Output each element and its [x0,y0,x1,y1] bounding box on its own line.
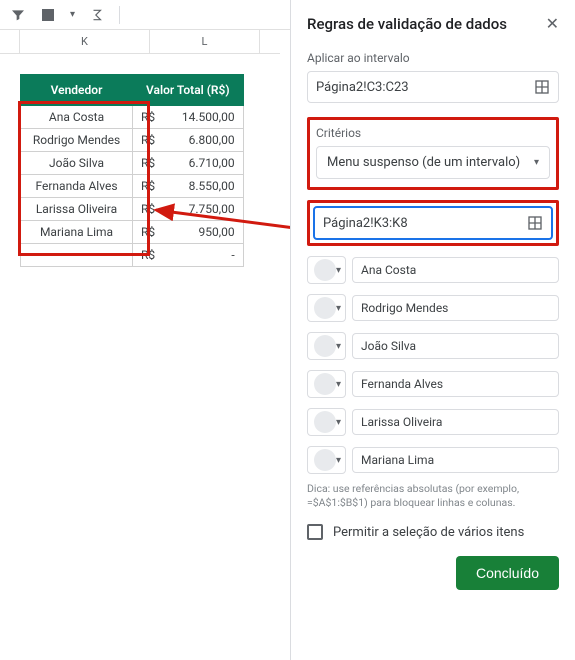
column-header-k[interactable]: K [20,30,150,53]
th-vendedor: Vendedor [21,75,133,106]
table-row[interactable]: Mariana LimaR$950,00 [21,221,244,244]
grid-select-icon[interactable] [534,79,550,95]
table-row[interactable]: Larissa OliveiraR$7.750,00 [21,198,244,221]
th-valor: Valor Total (R$) [133,75,244,106]
source-range-highlight: Página2!K3:K8 [307,200,559,246]
source-range-field[interactable]: Página2!K3:K8 [313,206,553,240]
apply-range-label: Aplicar ao intervalo [307,51,559,65]
criteria-dropdown[interactable]: Menu suspenso (de um intervalo) ▾ [316,146,550,179]
table-row[interactable]: Rodrigo MendesR$6.800,00 [21,129,244,152]
separator [119,6,120,24]
table-header-row: Vendedor Valor Total (R$) [21,75,244,106]
color-swatch-dropdown[interactable]: ▾ [307,408,346,436]
color-swatch [314,335,336,357]
option-row: ▾ Rodrigo Mendes [307,294,559,322]
done-button[interactable]: Concluído [456,556,559,590]
color-swatch [314,373,336,395]
panel-title: Regras de validação de dados [307,15,507,33]
table-row[interactable]: R$- [21,244,244,267]
option-row: ▾ Mariana Lima [307,446,559,474]
grid-select-icon[interactable] [527,215,543,231]
validation-panel: Regras de validação de dados ✕ Aplicar a… [290,0,575,660]
option-name[interactable]: Larissa Oliveira [352,409,559,435]
close-icon[interactable]: ✕ [546,14,559,33]
data-table: Vendedor Valor Total (R$) Ana CostaR$14.… [20,74,244,267]
source-range-value: Página2!K3:K8 [323,216,408,231]
chevron-down-icon: ▾ [534,157,539,168]
criteria-highlight: Critérios Menu suspenso (de um intervalo… [307,117,559,190]
apply-range-field[interactable]: Página2!C3:C23 [307,71,559,103]
table-row[interactable]: Fernanda AlvesR$8.550,00 [21,175,244,198]
option-name[interactable]: Fernanda Alves [352,371,559,397]
apply-range-value: Página2!C3:C23 [316,80,409,95]
multi-select-checkbox[interactable]: Permitir a seleção de vários itens [307,524,559,540]
option-name[interactable]: João Silva [352,333,559,359]
column-headers: K L [0,30,280,54]
filter-icon[interactable] [10,7,26,23]
color-swatch [314,259,336,281]
option-row: ▾ João Silva [307,332,559,360]
color-swatch-dropdown[interactable]: ▾ [307,294,346,322]
color-swatch [314,449,336,471]
option-row: ▾ Ana Costa [307,256,559,284]
criteria-value: Menu suspenso (de um intervalo) [327,155,520,170]
color-swatch-dropdown[interactable]: ▾ [307,256,346,284]
criteria-label: Critérios [316,126,550,140]
options-list: ▾ Ana Costa ▾ Rodrigo Mendes ▾ João Silv… [307,256,559,474]
option-name[interactable]: Ana Costa [352,257,559,283]
table-icon[interactable] [40,7,56,23]
column-header-l[interactable]: L [150,30,260,53]
sigma-icon[interactable] [89,7,105,23]
option-row: ▾ Fernanda Alves [307,370,559,398]
color-swatch-dropdown[interactable]: ▾ [307,446,346,474]
color-swatch-dropdown[interactable]: ▾ [307,332,346,360]
hint-text: Dica: use referências absolutas (por exe… [307,482,559,510]
checkbox-icon [307,524,323,540]
color-swatch [314,411,336,433]
table-row[interactable]: João SilvaR$6.710,00 [21,152,244,175]
chevron-down-icon[interactable]: ▾ [70,9,75,20]
multi-select-label: Permitir a seleção de vários itens [333,525,524,540]
option-name[interactable]: Mariana Lima [352,447,559,473]
color-swatch [314,297,336,319]
spreadsheet-area: K L Vendedor Valor Total (R$) Ana CostaR… [0,30,280,660]
color-swatch-dropdown[interactable]: ▾ [307,370,346,398]
option-row: ▾ Larissa Oliveira [307,408,559,436]
option-name[interactable]: Rodrigo Mendes [352,295,559,321]
table-row[interactable]: Ana CostaR$14.500,00 [21,106,244,129]
